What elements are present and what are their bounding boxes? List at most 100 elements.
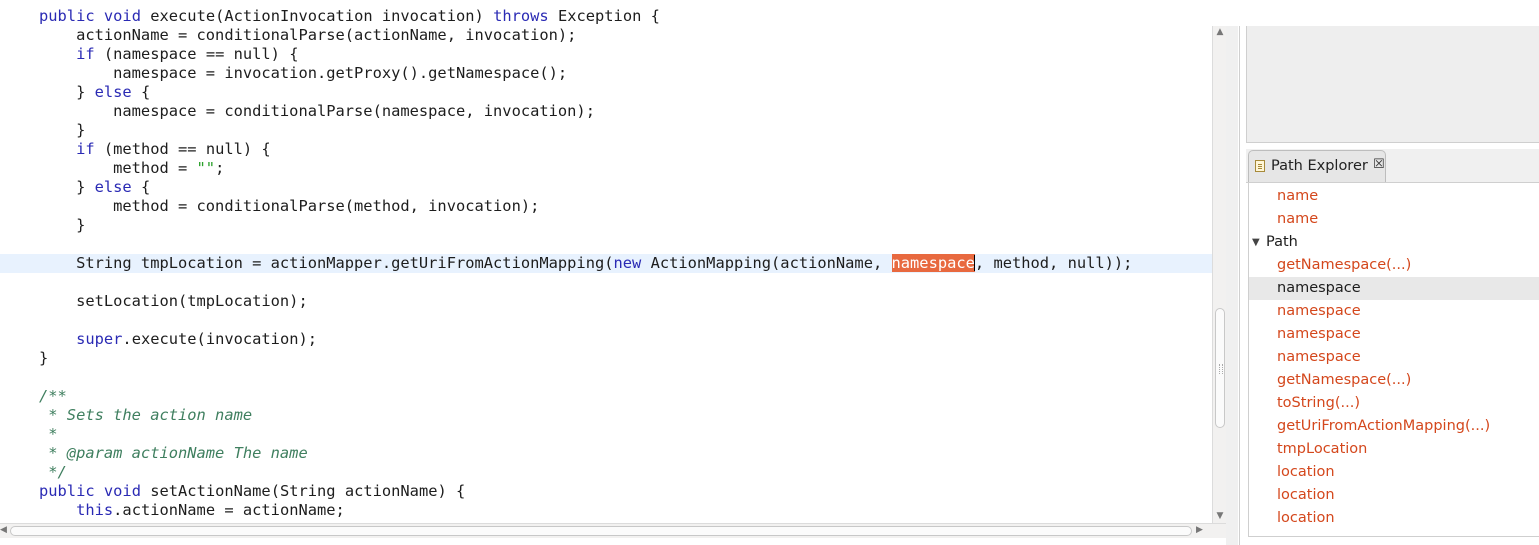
code-token: super [76,330,123,348]
code-line[interactable]: } [0,216,1212,235]
tree-item[interactable]: tmpLocation [1249,438,1539,461]
tree-item-label: name [1277,188,1319,204]
code-token: actionName = conditionalParse(actionName… [39,26,577,44]
close-icon[interactable]: ☒ [1373,157,1385,172]
code-line[interactable]: this.actionName = actionName; [0,501,1212,520]
scroll-up-arrow-icon[interactable]: ▲ [1213,26,1227,38]
code-lines: public void execute(ActionInvocation inv… [0,7,1212,520]
tree-item-label: location [1277,487,1335,503]
code-token: } [39,216,86,234]
code-line[interactable]: setLocation(tmpLocation); [0,292,1212,311]
vertical-scroll-thumb[interactable] [1215,308,1225,428]
code-line[interactable]: } [0,121,1212,140]
code-line[interactable] [0,273,1212,292]
tree-item[interactable]: location [1249,461,1539,484]
tree-item[interactable]: name [1249,208,1539,231]
code-token: /** [39,387,67,405]
code-token: { [131,178,151,196]
code-token: } [39,349,49,367]
tree-item[interactable]: getUriFromActionMapping(...) [1249,415,1539,438]
code-line[interactable]: if (namespace == null) { [0,45,1212,64]
tree-item-label: Path [1266,234,1298,250]
code-token: (method == null) { [94,140,271,158]
code-line[interactable]: */ [0,463,1212,482]
code-line[interactable]: * @param actionName The name [0,444,1212,463]
code-token: } [39,83,95,101]
tab-label: Path Explorer [1271,158,1368,174]
pane-splitter[interactable] [1226,26,1238,545]
code-token: setLocation(tmpLocation); [39,292,308,310]
code-token: } [39,178,95,196]
tree-item-label: namespace [1277,349,1361,365]
tree-item-label: toString(...) [1277,395,1360,411]
code-token: namespace = conditionalParse(namespace, … [39,102,595,120]
scroll-right-arrow-icon[interactable]: ▶ [1196,525,1206,535]
code-token: this [76,501,114,519]
tree-item[interactable]: location [1249,484,1539,507]
code-token: */ [39,463,67,481]
code-token: new [613,254,642,272]
tree-item[interactable]: getNamespace(...) [1249,369,1539,392]
scroll-down-arrow-icon[interactable]: ▼ [1213,510,1227,522]
code-line[interactable]: super.execute(invocation); [0,330,1212,349]
tree-item[interactable]: namespace [1249,277,1539,300]
tab-path-explorer[interactable]: Path Explorer ☒ [1248,150,1386,182]
tree-item[interactable]: namespace [1249,346,1539,369]
path-explorer-view-icon [1255,160,1265,172]
tree-item[interactable]: namespace [1249,323,1539,346]
code-token: .actionName = actionName; [113,501,345,519]
editor-vertical-scrollbar[interactable]: ▲ ▼ [1212,26,1227,523]
tree-item-label: getUriFromActionMapping(...) [1277,418,1491,434]
code-editor[interactable]: public void execute(ActionInvocation inv… [0,0,1212,523]
code-line[interactable]: public void execute(ActionInvocation inv… [0,7,1212,26]
tree-item-label: tmpLocation [1277,441,1368,457]
tree-item-label: namespace [1277,280,1361,296]
code-token: public [39,482,95,500]
tree-item[interactable]: toString(...) [1249,392,1539,415]
tree-item-label: namespace [1277,303,1361,319]
code-line[interactable]: namespace = conditionalParse(namespace, … [0,102,1212,121]
code-token: ; [215,159,225,177]
code-line[interactable]: * Sets the action name [0,406,1212,425]
editor-horizontal-scrollbar[interactable]: ◀ ▶ [0,523,1226,538]
tree-item-label: namespace [1277,326,1361,342]
tree-item-label: name [1277,211,1319,227]
expand-triangle-icon[interactable]: ▼ [1252,231,1260,254]
path-explorer-tree[interactable]: name name ▼ Path getNamespace(...) namespace n… [1248,183,1539,537]
code-line[interactable]: if (method == null) { [0,140,1212,159]
tree-item[interactable]: location [1249,507,1539,530]
code-line[interactable]: } [0,349,1212,368]
code-line[interactable]: actionName = conditionalParse(actionName… [0,26,1212,45]
code-token: (namespace == null) { [94,45,299,63]
code-line[interactable]: method = conditionalParse(method, invoca… [0,197,1212,216]
code-line[interactable]: * [0,425,1212,444]
code-token: setActionName(String actionName) { [140,482,466,500]
scroll-left-arrow-icon[interactable]: ◀ [0,525,10,535]
code-line[interactable] [0,311,1212,330]
code-line[interactable]: method = ""; [0,159,1212,178]
tree-item[interactable]: namespace [1249,300,1539,323]
tree-item-label: location [1277,510,1335,526]
tree-item[interactable]: ▼ Path [1249,231,1539,254]
tree-item[interactable]: name [1249,185,1539,208]
code-line[interactable]: public void setActionName(String actionN… [0,482,1212,501]
tree-item[interactable]: getNamespace(...) [1249,254,1539,277]
current-code-line[interactable]: String tmpLocation = actionMapper.getUri… [0,254,1212,273]
code-line[interactable]: /** [0,387,1212,406]
pane-divider-line [1239,26,1240,545]
code-token: } [39,121,86,139]
upper-view-area [1246,26,1539,143]
code-token: else [94,83,132,101]
code-token: { [131,83,151,101]
code-line[interactable]: namespace = invocation.getProxy().getNam… [0,64,1212,83]
code-line[interactable] [0,235,1212,254]
code-line[interactable]: } else { [0,178,1212,197]
code-line[interactable]: } else { [0,83,1212,102]
code-token: .execute(invocation); [122,330,318,348]
horizontal-scroll-thumb[interactable] [10,526,1192,536]
code-line[interactable] [0,368,1212,387]
code-token: namespace = invocation.getProxy().getNam… [39,64,568,82]
code-token: else [94,178,132,196]
